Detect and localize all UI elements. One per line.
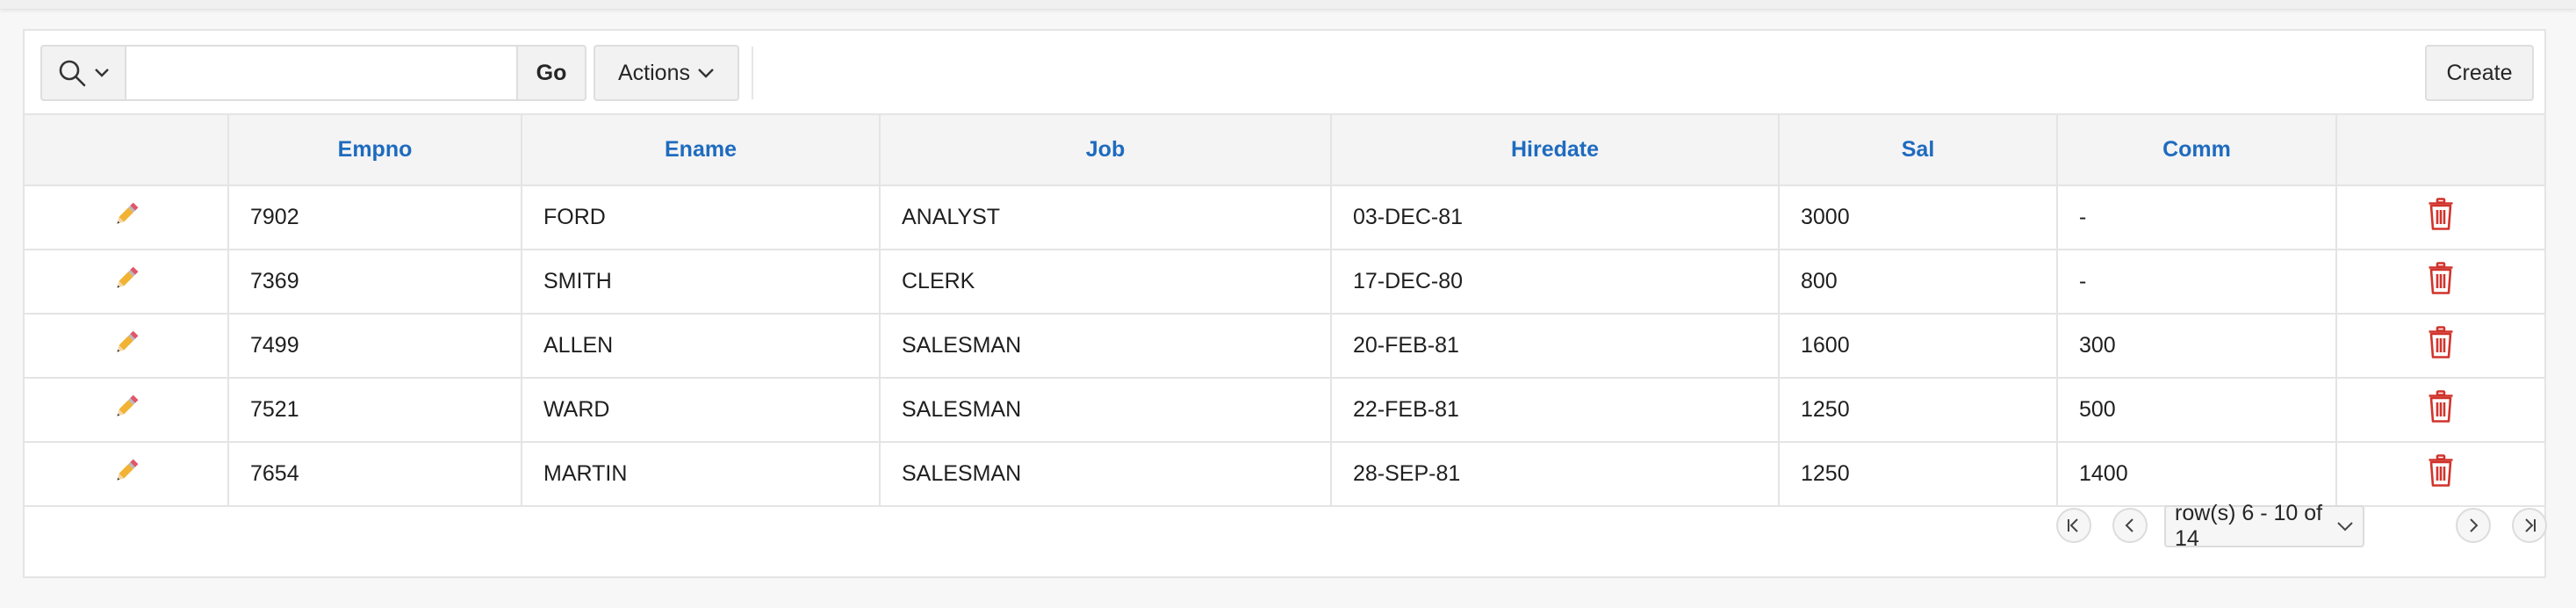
table-row: 7902 FORD ANALYST 03-DEC-81 3000- — [25, 185, 2544, 250]
ename-cell: ALLEN — [522, 314, 881, 379]
job-cell: ANALYST — [880, 185, 1332, 250]
hiredate-cell: 03-DEC-81 — [1331, 185, 1780, 250]
row-range-label: row(s) 6 - 10 of 14 — [2175, 501, 2323, 551]
job-cell: SALESMAN — [880, 442, 1332, 507]
top-strip — [0, 0, 2576, 10]
pencil-icon[interactable] — [112, 328, 141, 358]
sal-cell: 800 — [1779, 250, 2058, 315]
actions-menu-button[interactable]: Actions — [594, 45, 739, 101]
table-header-row: Empno Ename Job Hiredate Sal Comm — [25, 115, 2544, 186]
search-input[interactable] — [125, 45, 518, 101]
edit-cell — [25, 378, 229, 443]
trash-icon[interactable] — [2428, 454, 2454, 488]
chevron-down-icon — [2336, 521, 2354, 532]
comm-cell: 1400 — [2057, 442, 2337, 507]
column-header-ename[interactable]: Ename — [522, 115, 881, 186]
previous-page-button[interactable] — [2112, 508, 2148, 543]
sal-cell: 3000 — [1779, 185, 2058, 250]
ename-cell: FORD — [522, 185, 881, 250]
table-row: 7499 ALLEN SALESMAN 20-FEB-81 1600 300 — [25, 314, 2544, 379]
comm-cell: 500 — [2057, 378, 2337, 443]
hiredate-cell: 22-FEB-81 — [1331, 378, 1780, 443]
last-page-button[interactable] — [2512, 508, 2547, 543]
hiredate-cell: 20-FEB-81 — [1331, 314, 1780, 379]
search-icon — [57, 58, 87, 88]
pencil-icon[interactable] — [112, 456, 141, 486]
table-row: 7521 WARD SALESMAN 22-FEB-81 1250 500 — [25, 378, 2544, 443]
trash-icon[interactable] — [2428, 326, 2454, 359]
hiredate-cell: 17-DEC-80 — [1331, 250, 1780, 315]
edit-cell — [25, 442, 229, 507]
delete-cell — [2336, 378, 2544, 443]
column-header-hiredate[interactable]: Hiredate — [1331, 115, 1780, 186]
edit-cell — [25, 185, 229, 250]
comm-cell: - — [2057, 185, 2337, 250]
last-page-icon — [2521, 518, 2538, 533]
interactive-report-region: Go Actions Create Empno Ename Job Hireda… — [23, 29, 2547, 578]
job-cell: SALESMAN — [880, 378, 1332, 443]
delete-cell — [2336, 314, 2544, 379]
pencil-icon[interactable] — [112, 392, 141, 422]
create-button[interactable]: Create — [2425, 45, 2534, 101]
go-button[interactable]: Go — [516, 45, 586, 101]
empno-cell: 7521 — [228, 378, 522, 443]
table-row: 7369 SMITH CLERK 17-DEC-80 800- — [25, 250, 2544, 315]
delete-cell — [2336, 185, 2544, 250]
report-table: Empno Ename Job Hiredate Sal Comm 7902 FO… — [25, 115, 2544, 507]
first-page-icon — [2065, 518, 2083, 533]
column-header-delete — [2336, 115, 2544, 186]
empno-cell: 7369 — [228, 250, 522, 315]
table-row: 7654 MARTIN SALESMAN 28-SEP-81 1250 1400 — [25, 442, 2544, 507]
edit-cell — [25, 314, 229, 379]
pencil-icon[interactable] — [112, 264, 141, 293]
comm-cell: 300 — [2057, 314, 2337, 379]
edit-cell — [25, 250, 229, 315]
toolbar-divider — [752, 47, 753, 99]
sal-cell: 1250 — [1779, 378, 2058, 443]
empno-cell: 7902 — [228, 185, 522, 250]
chevron-down-icon — [697, 68, 715, 78]
column-header-empno[interactable]: Empno — [228, 115, 522, 186]
actions-label: Actions — [618, 60, 690, 85]
ename-cell: MARTIN — [522, 442, 881, 507]
trash-icon[interactable] — [2428, 198, 2454, 231]
hiredate-cell: 28-SEP-81 — [1331, 442, 1780, 507]
ename-cell: WARD — [522, 378, 881, 443]
chevron-down-icon — [94, 68, 110, 78]
sal-cell: 1250 — [1779, 442, 2058, 507]
ename-cell: SMITH — [522, 250, 881, 315]
job-cell: SALESMAN — [880, 314, 1332, 379]
column-header-job[interactable]: Job — [880, 115, 1332, 186]
delete-cell — [2336, 250, 2544, 315]
row-range-select[interactable]: row(s) 6 - 10 of 14 — [2164, 501, 2364, 551]
column-header-edit — [25, 115, 229, 186]
empno-cell: 7499 — [228, 314, 522, 379]
next-page-button[interactable] — [2456, 508, 2491, 543]
sal-cell: 1600 — [1779, 314, 2058, 379]
report-toolbar: Go Actions Create — [25, 31, 2544, 115]
column-header-comm[interactable]: Comm — [2057, 115, 2337, 186]
chevron-left-icon — [2123, 518, 2137, 533]
search-column-toggle[interactable] — [40, 45, 126, 101]
delete-cell — [2336, 442, 2544, 507]
empno-cell: 7654 — [228, 442, 522, 507]
first-page-button[interactable] — [2056, 508, 2091, 543]
job-cell: CLERK — [880, 250, 1332, 315]
pencil-icon[interactable] — [112, 199, 141, 229]
comm-cell: - — [2057, 250, 2337, 315]
trash-icon[interactable] — [2428, 390, 2454, 423]
trash-icon[interactable] — [2428, 262, 2454, 295]
pagination: row(s) 6 - 10 of 14 — [25, 501, 2547, 551]
column-header-sal[interactable]: Sal — [1779, 115, 2058, 186]
chevron-right-icon — [2466, 518, 2480, 533]
